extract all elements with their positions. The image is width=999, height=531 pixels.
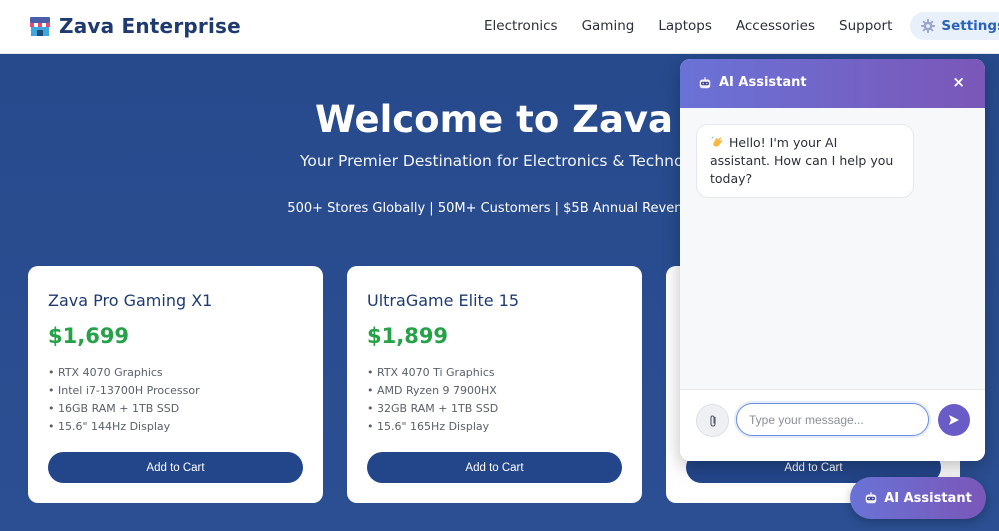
chat-title: AI Assistant bbox=[698, 75, 807, 90]
main-nav: Electronics Gaming Laptops Accessories S… bbox=[472, 12, 999, 40]
nav-item-laptops[interactable]: Laptops bbox=[646, 12, 724, 40]
product-specs: • RTX 4070 Graphics • Intel i7-13700H Pr… bbox=[48, 364, 200, 436]
product-price: $1,699 bbox=[48, 324, 130, 348]
product-name: UltraGame Elite 15 bbox=[367, 291, 520, 310]
product-price: $1,899 bbox=[367, 324, 449, 348]
send-button[interactable] bbox=[938, 404, 970, 436]
brand-logo[interactable]: Zava Enterprise bbox=[30, 14, 241, 38]
ai-assistant-button[interactable]: AI Assistant bbox=[850, 477, 986, 519]
close-icon[interactable]: × bbox=[952, 73, 965, 91]
chat-messages: Hello! I'm your AI assistant. How can I … bbox=[680, 108, 985, 389]
gear-icon bbox=[921, 19, 936, 33]
spec-item: • RTX 4070 Graphics bbox=[48, 366, 163, 379]
settings-label: Settings bbox=[941, 18, 999, 34]
product-card: UltraGame Elite 15 $1,899 • RTX 4070 Ti … bbox=[347, 266, 642, 503]
store-icon bbox=[30, 15, 50, 37]
brand-name: Zava Enterprise bbox=[59, 14, 241, 38]
settings-button[interactable]: Settings bbox=[910, 12, 999, 40]
spec-item: • 15.6" 144Hz Display bbox=[48, 420, 171, 433]
top-navbar: Zava Enterprise Electronics Gaming Lapto… bbox=[0, 0, 999, 54]
attach-button[interactable] bbox=[696, 404, 729, 437]
nav-item-electronics[interactable]: Electronics bbox=[472, 12, 570, 40]
send-icon bbox=[949, 415, 959, 425]
spec-item: • 16GB RAM + 1TB SSD bbox=[48, 402, 180, 415]
add-to-cart-button[interactable]: Add to Cart bbox=[367, 452, 622, 483]
product-name: Zava Pro Gaming X1 bbox=[48, 291, 213, 310]
add-to-cart-button[interactable]: Add to Cart bbox=[48, 452, 303, 483]
waving-hand-icon bbox=[711, 136, 723, 147]
spec-item: • 15.6" 165Hz Display bbox=[367, 420, 490, 433]
spec-item: • RTX 4070 Ti Graphics bbox=[367, 366, 495, 379]
assistant-message: Hello! I'm your AI assistant. How can I … bbox=[696, 124, 914, 198]
spec-item: • Intel i7-13700H Processor bbox=[48, 384, 200, 397]
hero-subtitle: Your Premier Destination for Electronics… bbox=[300, 152, 717, 170]
chat-panel: AI Assistant × Hello! I'm your AI assist… bbox=[680, 59, 985, 461]
robot-icon bbox=[865, 492, 877, 504]
nav-item-gaming[interactable]: Gaming bbox=[570, 12, 647, 40]
product-card: Zava Pro Gaming X1 $1,699 • RTX 4070 Gra… bbox=[28, 266, 323, 503]
chat-input-bar bbox=[680, 389, 985, 461]
spec-item: • AMD Ryzen 9 7900HX bbox=[367, 384, 497, 397]
product-specs: • RTX 4070 Ti Graphics • AMD Ryzen 9 790… bbox=[367, 364, 498, 436]
nav-item-accessories[interactable]: Accessories bbox=[724, 12, 827, 40]
robot-icon bbox=[699, 76, 711, 88]
nav-item-support[interactable]: Support bbox=[827, 12, 904, 40]
spec-item: • 32GB RAM + 1TB SSD bbox=[367, 402, 499, 415]
paperclip-icon bbox=[709, 414, 716, 427]
chat-header: AI Assistant × bbox=[680, 59, 985, 108]
message-input[interactable] bbox=[736, 403, 929, 436]
